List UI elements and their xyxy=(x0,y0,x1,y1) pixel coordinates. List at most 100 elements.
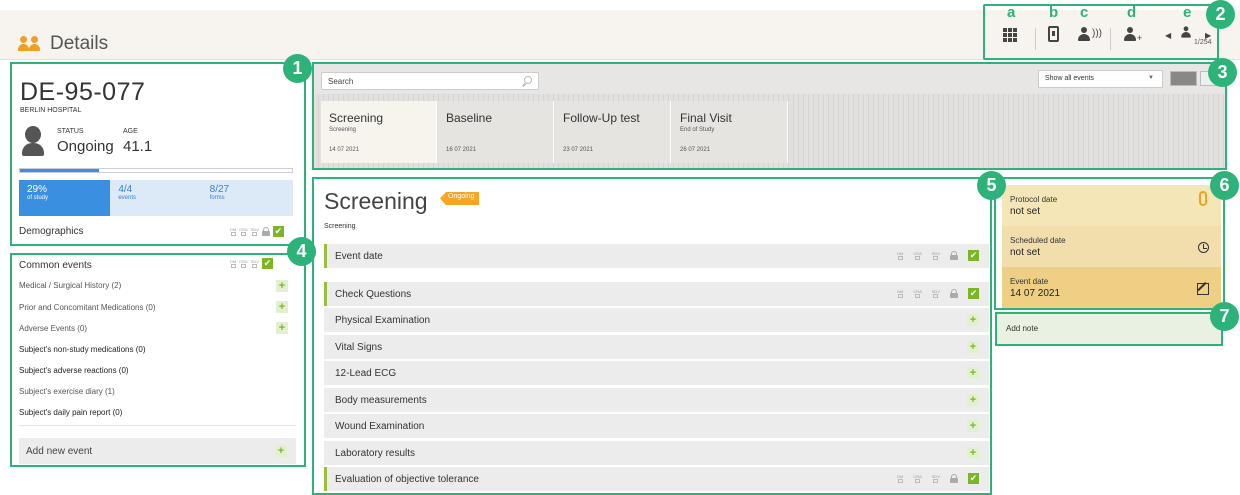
scheduled-date-value: not set xyxy=(1010,247,1041,258)
prev-subject-icon[interactable]: ◀ xyxy=(1165,31,1171,40)
form-row[interactable]: 12-Lead ECG + xyxy=(324,361,989,385)
event-date: 14 07 2021 xyxy=(329,147,360,153)
dm-label: DM xyxy=(897,474,904,479)
callout-badge-2: 2 xyxy=(1206,0,1235,29)
paperclip-icon[interactable] xyxy=(1199,191,1207,206)
event-card-follow-up[interactable]: Follow-Up test 23 07 2021 xyxy=(555,101,671,163)
subject-audio-icon[interactable] xyxy=(1078,27,1090,41)
check-icon[interactable]: ✔ xyxy=(261,258,273,269)
event-filter-select[interactable]: Show all events ▼ xyxy=(1038,70,1163,88)
form-label: Physical Examination xyxy=(335,315,431,326)
check-icon[interactable]: ✔ xyxy=(968,250,979,261)
form-row[interactable]: Physical Examination + xyxy=(324,308,989,332)
check-icon[interactable]: ✔ xyxy=(968,288,979,299)
add-icon[interactable]: + xyxy=(967,420,979,432)
stat-forms[interactable]: 8/27 forms xyxy=(201,180,293,216)
toolbar-label-c: c xyxy=(1080,4,1089,21)
cra-label: CRA xyxy=(239,227,248,232)
check-icon[interactable]: ✔ xyxy=(272,226,284,237)
common-event-item[interactable]: Adverse Events (0) xyxy=(19,324,87,333)
common-events-title: Common events xyxy=(19,260,92,271)
subject-counter: 1/254 xyxy=(1194,39,1212,46)
dm-label: DM xyxy=(230,227,237,232)
dm-checkbox: DM xyxy=(897,289,903,298)
add-new-event-button[interactable]: Add new event + xyxy=(19,438,296,464)
subject-card: DE-95-077 BERLIN HOSPITAL STATUS Ongoing… xyxy=(10,62,306,246)
scheduled-date[interactable]: Scheduled date not set xyxy=(1002,226,1221,267)
add-icon[interactable]: + xyxy=(276,322,288,334)
cra-checkbox: CRA xyxy=(913,251,922,260)
search-input[interactable]: Search xyxy=(321,72,539,90)
form-row[interactable]: Wound Examination + xyxy=(324,414,989,438)
form-label: Laboratory results xyxy=(335,448,416,459)
grid-icon[interactable] xyxy=(1003,28,1017,42)
add-icon[interactable]: + xyxy=(967,394,979,406)
check-icon[interactable]: ✔ xyxy=(968,473,979,484)
protocol-date-label: Protocol date xyxy=(1010,195,1058,204)
stat-study[interactable]: 29% of study xyxy=(19,180,111,216)
event-card-screening[interactable]: Screening Screening 14 07 2021 xyxy=(321,101,437,163)
form-label: Vital Signs xyxy=(335,342,383,353)
stat-label: of study xyxy=(27,195,49,201)
event-card-baseline[interactable]: Baseline 16 07 2021 xyxy=(438,101,554,163)
add-subject-icon[interactable] xyxy=(1124,27,1136,41)
common-event-item[interactable]: Subject's adverse reactions (0) xyxy=(19,366,129,375)
add-icon[interactable]: + xyxy=(967,314,979,326)
common-event-item[interactable]: Subject's non-study medications (0) xyxy=(19,345,145,354)
event-date[interactable]: Event date 14 07 2021 xyxy=(1002,267,1221,308)
common-event-item[interactable]: Subject's exercise diary (1) xyxy=(19,387,115,396)
add-note-field[interactable]: Add note xyxy=(995,312,1223,346)
form-row-event-date[interactable]: Event date DM CRA SDV ✔ xyxy=(324,244,989,268)
form-row[interactable]: Check Questions DM CRA SDV ✔ xyxy=(324,282,989,306)
stat-events[interactable]: 4/4 events xyxy=(110,180,202,216)
event-card-final-visit[interactable]: Final Visit End of Study 26 07 2021 xyxy=(672,101,788,163)
demographics-link[interactable]: Demographics xyxy=(19,226,83,237)
lock-icon xyxy=(950,474,958,483)
add-icon[interactable]: + xyxy=(276,301,288,313)
add-icon[interactable]: + xyxy=(967,447,979,459)
common-event-item[interactable]: Subject's daily pain report (0) xyxy=(19,408,122,417)
sdv-checkbox: SDV xyxy=(932,289,940,298)
card-view-toggle[interactable] xyxy=(1170,71,1197,86)
form-row[interactable]: Evaluation of objective tolerance DM CRA… xyxy=(324,467,989,491)
dm-checkbox: DM xyxy=(230,259,236,268)
cra-label: CRA xyxy=(913,251,922,256)
common-events-panel: Common events DM CRA SDV ✔ Medical / Sur… xyxy=(10,253,306,467)
cra-checkbox: CRA xyxy=(913,474,922,483)
lock-icon xyxy=(950,289,958,298)
form-label: Event date xyxy=(335,251,383,262)
event-title: Screening xyxy=(324,188,428,214)
form-signatures: DM CRA SDV ✔ xyxy=(897,250,979,261)
sdv-checkbox: SDV xyxy=(251,227,259,236)
status-label: STATUS xyxy=(57,128,84,135)
callout-badge-6: 6 xyxy=(1210,171,1239,200)
common-event-item[interactable]: Prior and Concomitant Medications (0) xyxy=(19,303,156,312)
add-icon[interactable]: + xyxy=(276,280,288,292)
page-title-wrap: Details xyxy=(18,33,108,55)
edit-icon[interactable] xyxy=(1197,283,1209,295)
cra-label: CRA xyxy=(913,289,922,294)
dm-label: DM xyxy=(897,251,904,256)
callout-badge-5: 5 xyxy=(977,171,1006,200)
people-icon xyxy=(18,36,42,52)
stat-value: 29% xyxy=(27,184,48,195)
event-name: Follow-Up test xyxy=(563,111,640,125)
tablet-icon[interactable] xyxy=(1048,26,1059,42)
cra-checkbox: CRA xyxy=(239,259,248,268)
subject-stats: 29% of study 4/4 events 8/27 forms xyxy=(19,180,293,216)
event-name: Baseline xyxy=(446,111,493,125)
status-value: Ongoing xyxy=(57,138,114,155)
add-icon[interactable]: + xyxy=(967,367,979,379)
dm-checkbox: DM xyxy=(897,474,903,483)
event-subtitle: Screening xyxy=(324,223,356,230)
form-row[interactable]: Body measurements + xyxy=(324,388,989,412)
protocol-date-value: not set xyxy=(1010,206,1041,217)
common-event-item[interactable]: Medical / Surgical History (2) xyxy=(19,281,121,290)
form-row[interactable]: Laboratory results + xyxy=(324,441,989,465)
subject-id: DE-95-077 xyxy=(20,78,146,106)
avatar xyxy=(22,126,44,156)
form-row[interactable]: Vital Signs + xyxy=(324,335,989,359)
add-icon[interactable]: + xyxy=(967,341,979,353)
clock-icon[interactable] xyxy=(1198,242,1209,253)
toolbar-label-b: b xyxy=(1049,4,1059,21)
